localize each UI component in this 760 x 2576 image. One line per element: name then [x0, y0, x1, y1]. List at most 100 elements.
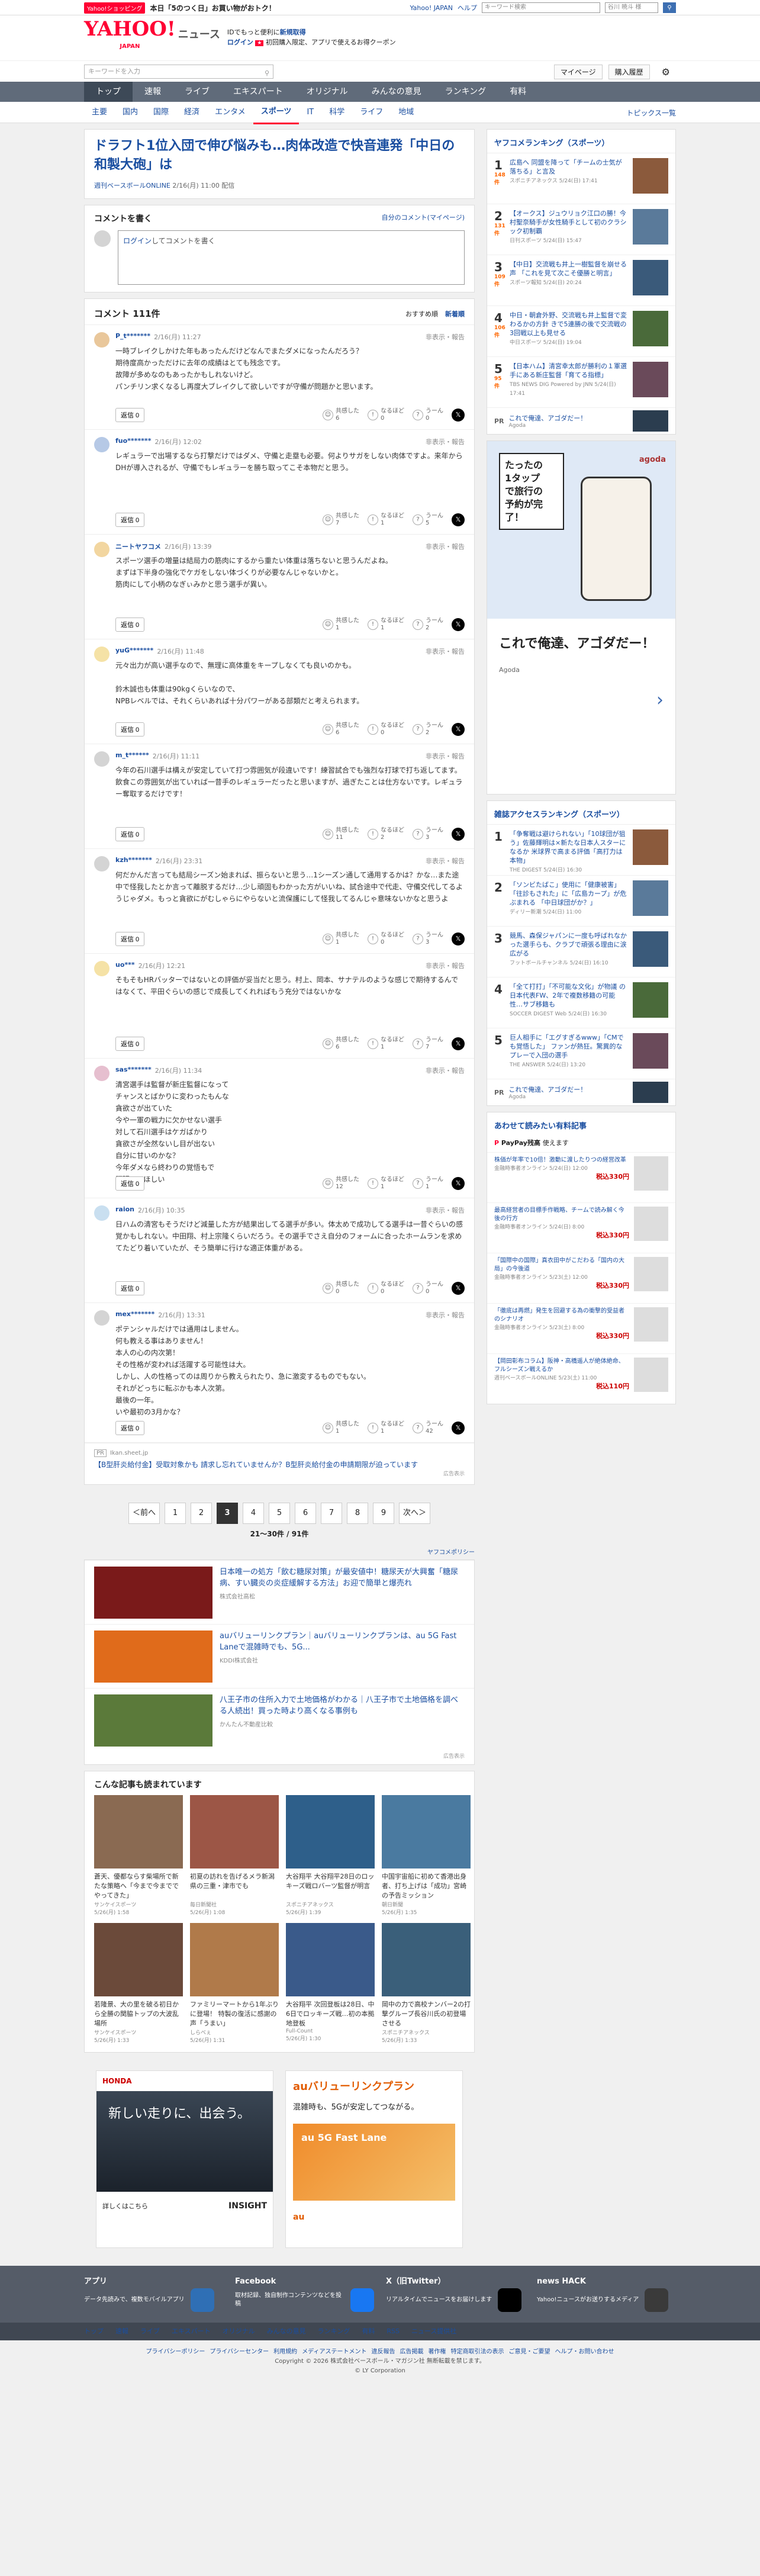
search-icon[interactable]: ⚲	[265, 67, 269, 80]
article-source[interactable]: 週刊ベースボールONLINE	[94, 182, 170, 189]
ranking-title[interactable]: 【日本ハム】清宮幸太郎が勝利の１軍選手にある新庄監督「育てる指標」	[510, 362, 627, 379]
subnav-entertainment[interactable]: エンタメ	[207, 102, 253, 123]
vote-insight-button[interactable]: ! なるほど 0	[368, 408, 404, 422]
footer-app-title[interactable]: アプリ	[84, 2278, 223, 2286]
vote-insight-button[interactable]: ! なるほど 1	[368, 1421, 404, 1435]
subnav-domestic[interactable]: 国内	[115, 102, 146, 123]
read-also-item[interactable]: 若隆景、大の里を破る初日から全勝の関脇トップの大波乱場所 サンケイスポーツ 5/26…	[94, 1923, 183, 2044]
nav-opinion[interactable]: みんなの意見	[360, 82, 433, 102]
footer-link[interactable]: ご意見・ご要望	[508, 2349, 550, 2355]
footer-nav-item[interactable]: エキスパート	[172, 2323, 211, 2340]
nav-original[interactable]: オリジナル	[295, 82, 360, 102]
x-share-icon[interactable]: 𝕏	[452, 409, 465, 422]
vote-empathy-button[interactable]: ☺ 共感した 0	[323, 1281, 359, 1295]
nav-expert[interactable]: エキスパート	[221, 82, 295, 102]
agoda-ad[interactable]: agoda たったの 1タップ で旅行の 予約が完了！ これで俺達、アゴダだー！…	[487, 440, 676, 795]
ranking-title[interactable]: 中日・朝倉外野、交流戦も井上監督で変わるかの方針 きで5連勝の後で交流戦の3回戦…	[510, 311, 627, 337]
read-also-title[interactable]: 岡中の力で高校ナンバー2の打撃グループ長谷川氏の初登場させる	[382, 2000, 471, 2028]
comment-user[interactable]: ニートヤフコメ	[115, 542, 161, 551]
report-link[interactable]: 非表示・報告	[426, 1205, 465, 1215]
footer-app-2[interactable]: X（旧Twitter） リアルタイムでニュースをお届けします	[386, 2278, 525, 2312]
footer-app-title[interactable]: news HACK	[537, 2278, 676, 2286]
footer-nav-item[interactable]: オリジナル	[223, 2323, 255, 2340]
sort-newest[interactable]: 新着順	[445, 309, 465, 319]
page-3[interactable]: 3	[217, 1503, 238, 1524]
gear-icon[interactable]: ⚙	[656, 65, 676, 79]
ranking-title[interactable]: 広島へ 同盟を降って「チームの士気が落ちる」と言及	[510, 159, 622, 175]
news-search-input[interactable]: キーワードを入力 ⚲	[84, 65, 273, 79]
paid-article-item[interactable]: 【岡田彰布コラム】阪神・高橋遥人が絶体絶命、フルシーズン戦えるか 週刊ベースボール…	[487, 1353, 675, 1404]
reply-button[interactable]: 返信 0	[115, 827, 145, 841]
ranking-item[interactable]: 5 巨人相手に「エグすぎるwww」「CMでも覚悟した」 ファンが熱狂。驚異的なプレ…	[487, 1028, 675, 1079]
vote-empathy-button[interactable]: ☺ 共感した 12	[323, 1176, 359, 1191]
reply-button[interactable]: 返信 0	[115, 1037, 145, 1051]
vote-empathy-button[interactable]: ☺ 共感した 11	[323, 827, 359, 841]
read-also-item[interactable]: 中国宇宙船に初めて香港出身者、打ち上げは「成功」宮崎の予告ミッション 朝日新聞 5/…	[382, 1795, 471, 1916]
nav-ranking[interactable]: ランキング	[433, 82, 498, 102]
vote-hmm-button[interactable]: ? うーん 1	[413, 1176, 443, 1191]
user-name[interactable]: 谷川 暁斗 様	[605, 2, 658, 13]
purchase-history-button[interactable]: 購入履歴	[608, 64, 650, 79]
pr-link-2[interactable]: これで俺達、アゴダだー！	[509, 1086, 587, 1094]
ranking-title[interactable]: 競馬、森保ジャパンに一度も呼ばれなかった選手らも、クラブで頑張る理由に涙広がる	[510, 932, 627, 957]
footer-nav-item[interactable]: 有料	[362, 2323, 375, 2340]
ad-item[interactable]: 日本唯一の処方「飲む糖尿対策」が最安値中！糖尿天が大興奮「糖尿病、すい臓炎の炎症…	[85, 1560, 474, 1624]
app-icon[interactable]	[190, 2288, 214, 2312]
report-link[interactable]: 非表示・報告	[426, 647, 465, 656]
my-comments-link[interactable]: 自分のコメント(マイページ)	[382, 213, 465, 224]
report-link[interactable]: 非表示・報告	[426, 332, 465, 342]
footer-app-1[interactable]: Facebook 取材記録、独自制作コンテンツなどを投稿	[235, 2278, 374, 2312]
ad-text[interactable]: auバリューリンクプラン｜auバリューリンクプランは、au 5G Fast La…	[220, 1630, 465, 1682]
policy-link[interactable]: ヤフコメポリシー	[427, 1549, 475, 1556]
reply-button[interactable]: 返信 0	[115, 1281, 145, 1295]
ranking-item[interactable]: 2 「ソンビたばこ」使用に「健康被害」「往診もされた」に「広島カープ」が危ぶまれる…	[487, 876, 675, 927]
login-link[interactable]: ログイン	[227, 38, 253, 46]
subnav-region[interactable]: 地域	[391, 102, 421, 123]
footer-nav-item[interactable]: 速報	[115, 2323, 128, 2340]
help-link[interactable]: ヘルプ	[458, 3, 477, 12]
subnav-sports[interactable]: スポーツ	[253, 101, 300, 124]
ranking-title[interactable]: 「全て打打」「不可能な文化」が物議 の日本代表FW、2年で複数移籍の可能性…サブ…	[510, 983, 626, 1008]
au-ad[interactable]: auバリューリンクプラン 混雑時も、5Gが安定してつながる。 au 5G Fas…	[285, 2070, 463, 2248]
footer-nav-item[interactable]: ライブ	[140, 2323, 160, 2340]
prev-page-button[interactable]: ＜前へ	[128, 1503, 160, 1524]
paid-article-title[interactable]: 株価が年率で10倍！激動に渡したりつの経営改革	[494, 1157, 626, 1163]
read-also-item[interactable]: 大谷翔平 次回登板は28日、中6日でロッキーズ戦…初の本拠地登板 Full-Cou…	[286, 1923, 375, 2044]
ranking-item[interactable]: 3 競馬、森保ジャパンに一度も呼ばれなかった選手らも、クラブで頑張る理由に涙広がる…	[487, 927, 675, 977]
x-share-icon[interactable]: 𝕏	[452, 1422, 465, 1435]
nav-paid[interactable]: 有料	[498, 82, 538, 102]
vote-empathy-button[interactable]: ☺ 共感した 6	[323, 408, 359, 422]
page-6[interactable]: 6	[295, 1503, 316, 1524]
paid-article-text[interactable]: 最高経営者の目標手作戦略、チームで読み解く今後の行方 金融時事者オンライン 5/2…	[494, 1207, 629, 1249]
ranking-text[interactable]: 広島へ 同盟を降って「チームの士気が落ちる」と言及 スポニチアネックス 5/24(…	[510, 158, 628, 199]
ranking-title[interactable]: 「ソンビたばこ」使用に「健康被害」「往診もされた」に「広島カープ」が危ぶまれる …	[510, 881, 626, 906]
subnav-international[interactable]: 国際	[146, 102, 176, 123]
ranking-text[interactable]: 【日本ハム】清宮幸太郎が勝利の１軍選手にある新庄監督「育てる指標」 TBS NEW…	[510, 362, 628, 403]
comment-user[interactable]: fuo*******	[115, 437, 151, 446]
comment-user[interactable]: uo***	[115, 961, 135, 970]
footer-nav-item[interactable]: RSS	[387, 2323, 400, 2340]
ranking-item[interactable]: 4 106件 中日・朝倉外野、交流戦も井上監督で変わるかの方針 きで5連勝の後で交流…	[487, 306, 675, 357]
vote-insight-button[interactable]: ! なるほど 1	[368, 513, 404, 527]
x-share-icon[interactable]: 𝕏	[452, 1177, 465, 1190]
paid-article-text[interactable]: 株価が年率で10倍！激動に渡したりつの経営改革 金融時事者オンライン 5/24(日…	[494, 1156, 629, 1199]
ranking-title[interactable]: 【中日】交流戦も井上一樹監督を崩せる声 「これを見て次こそ優勝と明言」	[510, 261, 627, 277]
read-also-title[interactable]: 初夏の訪れを告げるメラ新潟県の三重・津市でも	[190, 1872, 279, 1900]
vote-empathy-button[interactable]: ☺ 共感した 1	[323, 932, 359, 946]
comment-user[interactable]: m_t******	[115, 751, 149, 761]
comment-user[interactable]: kzh*******	[115, 856, 152, 866]
footer-link[interactable]: プライバシーセンター	[210, 2349, 269, 2355]
subnav-science[interactable]: 科学	[321, 102, 352, 123]
ad-title[interactable]: 八王子市の住所入力で土地価格がわかる｜八王子市で土地価格を調べる人続出！買った時…	[220, 1696, 458, 1716]
read-also-item[interactable]: ファミリーマートから1年ぶりに登場！ 特製の復活に感謝の声「うまい」 しらべぇ 5/…	[190, 1923, 279, 2044]
report-link[interactable]: 非表示・報告	[426, 961, 465, 970]
x-share-icon[interactable]: 𝕏	[452, 1037, 465, 1050]
ranking-text[interactable]: 【オークス】ジュウリョク江口の勝！今村聖奈騎手が女性騎手として初のクラシック初制…	[510, 209, 628, 250]
reply-button[interactable]: 返信 0	[115, 722, 145, 737]
vote-insight-button[interactable]: ! なるほど 1	[368, 618, 404, 632]
subnav-economy[interactable]: 経済	[176, 102, 207, 123]
paid-article-text[interactable]: 【岡田彰布コラム】阪神・高橋遥人が絶体絶命、フルシーズン戦えるか 週刊ベースボール…	[494, 1358, 629, 1400]
footer-nav-item[interactable]: ニュース提供社	[411, 2323, 456, 2340]
pr-row[interactable]: PR これで俺達、アゴダだー！ Agoda	[487, 408, 675, 434]
page-8[interactable]: 8	[347, 1503, 368, 1524]
